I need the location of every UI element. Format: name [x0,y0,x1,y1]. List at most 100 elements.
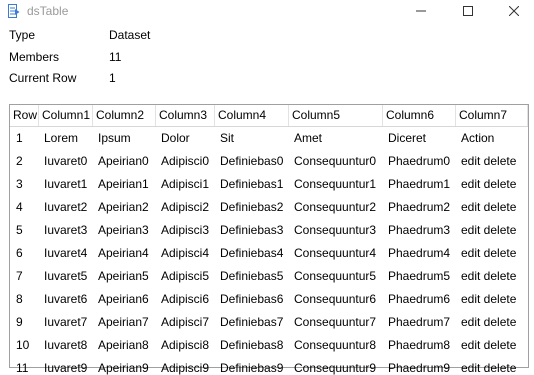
column-header[interactable]: Column3 [156,105,215,126]
table-cell[interactable]: edit delete [456,150,528,173]
column-header[interactable]: Column1 [39,105,93,126]
data-table[interactable]: Row Column1 Column2 Column3 Column4 Column5 Co… [9,104,529,375]
table-cell[interactable]: Phaedrum9 [383,357,456,375]
table-cell[interactable]: Iuvaret2 [39,196,93,219]
table-cell[interactable]: Lorem [39,127,93,150]
table-cell[interactable]: Apeirian8 [93,334,156,357]
table-cell[interactable]: Definiebas8 [215,334,289,357]
table-cell[interactable]: Definiebas0 [215,150,289,173]
table-row[interactable]: 2 Iuvaret0 Apeirian0 Adipisci0 Definiebas0 Co… [10,150,528,173]
minimize-button[interactable] [398,0,444,23]
row-number-cell[interactable]: 3 [10,173,39,196]
table-cell[interactable]: Definiebas9 [215,357,289,375]
row-number-cell[interactable]: 6 [10,242,39,265]
table-cell[interactable]: Adipisci2 [156,196,215,219]
table-cell[interactable]: Diceret [383,127,456,150]
table-cell[interactable]: Iuvaret1 [39,173,93,196]
table-cell[interactable]: Dolor [156,127,215,150]
table-cell[interactable]: edit delete [456,288,528,311]
table-cell[interactable]: Apeirian7 [93,311,156,334]
table-row[interactable]: 9 Iuvaret7 Apeirian7 Adipisci7 Definiebas7 Co… [10,311,528,334]
table-cell[interactable]: Adipisci3 [156,219,215,242]
column-header[interactable]: Column5 [289,105,383,126]
table-cell[interactable]: Consequuntur9 [289,357,383,375]
column-header[interactable]: Column2 [93,105,156,126]
row-number-cell[interactable]: 10 [10,334,39,357]
table-cell[interactable]: edit delete [456,242,528,265]
table-row[interactable]: 7 Iuvaret5 Apeirian5 Adipisci5 Definiebas5 Co… [10,265,528,288]
table-cell[interactable]: Consequuntur8 [289,334,383,357]
table-cell[interactable]: edit delete [456,219,528,242]
table-cell[interactable]: Consequuntur6 [289,288,383,311]
table-cell[interactable]: Iuvaret8 [39,334,93,357]
table-cell[interactable]: Apeirian0 [93,150,156,173]
table-row[interactable]: 3 Iuvaret1 Apeirian1 Adipisci1 Definiebas1 Co… [10,173,528,196]
table-cell[interactable]: Ipsum [93,127,156,150]
table-cell[interactable]: Phaedrum5 [383,265,456,288]
table-cell[interactable]: Iuvaret4 [39,242,93,265]
table-cell[interactable]: edit delete [456,311,528,334]
table-row[interactable]: 4 Iuvaret2 Apeirian2 Adipisci2 Definiebas2 Co… [10,196,528,219]
row-number-cell[interactable]: 5 [10,219,39,242]
column-header[interactable]: Column6 [383,105,456,126]
table-row[interactable]: 5 Iuvaret3 Apeirian3 Adipisci3 Definiebas3 Co… [10,219,528,242]
table-cell[interactable]: Amet [289,127,383,150]
row-number-cell[interactable]: 9 [10,311,39,334]
table-cell[interactable]: Phaedrum1 [383,173,456,196]
table-cell[interactable]: Adipisci0 [156,150,215,173]
table-cell[interactable]: Adipisci1 [156,173,215,196]
table-cell[interactable]: Phaedrum2 [383,196,456,219]
column-header[interactable]: Column4 [215,105,289,126]
table-cell[interactable]: Action [456,127,528,150]
table-cell[interactable]: Phaedrum4 [383,242,456,265]
table-cell[interactable]: Phaedrum8 [383,334,456,357]
table-cell[interactable]: Phaedrum0 [383,150,456,173]
table-cell[interactable]: Apeirian6 [93,288,156,311]
table-cell[interactable]: Adipisci7 [156,311,215,334]
table-cell[interactable]: Adipisci8 [156,334,215,357]
table-cell[interactable]: Definiebas2 [215,196,289,219]
table-cell[interactable]: Definiebas4 [215,242,289,265]
title-bar[interactable]: dsTable [0,0,534,23]
table-cell[interactable]: Adipisci5 [156,265,215,288]
table-cell[interactable]: Definiebas3 [215,219,289,242]
table-cell[interactable]: Adipisci6 [156,288,215,311]
table-cell[interactable]: Apeirian2 [93,196,156,219]
table-cell[interactable]: Phaedrum7 [383,311,456,334]
table-cell[interactable]: Consequuntur3 [289,219,383,242]
table-cell[interactable]: Consequuntur1 [289,173,383,196]
table-cell[interactable]: Apeirian5 [93,265,156,288]
row-number-cell[interactable]: 4 [10,196,39,219]
table-cell[interactable]: Consequuntur7 [289,311,383,334]
table-row[interactable]: 1 Lorem Ipsum Dolor Sit Amet Diceret Action [10,127,528,150]
table-row[interactable]: 10 Iuvaret8 Apeirian8 Adipisci8 Definiebas8 C… [10,334,528,357]
table-row[interactable]: 11 Iuvaret9 Apeirian9 Adipisci9 Definiebas9 C… [10,357,528,375]
table-cell[interactable]: Iuvaret9 [39,357,93,375]
table-cell[interactable]: Iuvaret0 [39,150,93,173]
row-number-cell[interactable]: 7 [10,265,39,288]
row-number-cell[interactable]: 2 [10,150,39,173]
row-number-cell[interactable]: 11 [10,357,39,375]
table-cell[interactable]: Definiebas5 [215,265,289,288]
table-cell[interactable]: Apeirian4 [93,242,156,265]
row-number-cell[interactable]: 1 [10,127,39,150]
table-cell[interactable]: Iuvaret5 [39,265,93,288]
table-cell[interactable]: edit delete [456,173,528,196]
table-cell[interactable]: Iuvaret6 [39,288,93,311]
table-cell[interactable]: Consequuntur2 [289,196,383,219]
column-header[interactable]: Column7 [456,105,528,126]
table-cell[interactable]: edit delete [456,265,528,288]
maximize-button[interactable] [445,0,491,23]
table-cell[interactable]: Consequuntur4 [289,242,383,265]
table-cell[interactable]: Consequuntur0 [289,150,383,173]
table-cell[interactable]: Phaedrum3 [383,219,456,242]
table-row[interactable]: 8 Iuvaret6 Apeirian6 Adipisci6 Definiebas6 Co… [10,288,528,311]
table-cell[interactable]: Adipisci4 [156,242,215,265]
table-cell[interactable]: edit delete [456,357,528,375]
table-cell[interactable]: Apeirian9 [93,357,156,375]
table-row[interactable]: 6 Iuvaret4 Apeirian4 Adipisci4 Definiebas4 Co… [10,242,528,265]
table-cell[interactable]: Definiebas1 [215,173,289,196]
table-cell[interactable]: edit delete [456,196,528,219]
row-number-cell[interactable]: 8 [10,288,39,311]
column-header[interactable]: Row [10,105,39,126]
